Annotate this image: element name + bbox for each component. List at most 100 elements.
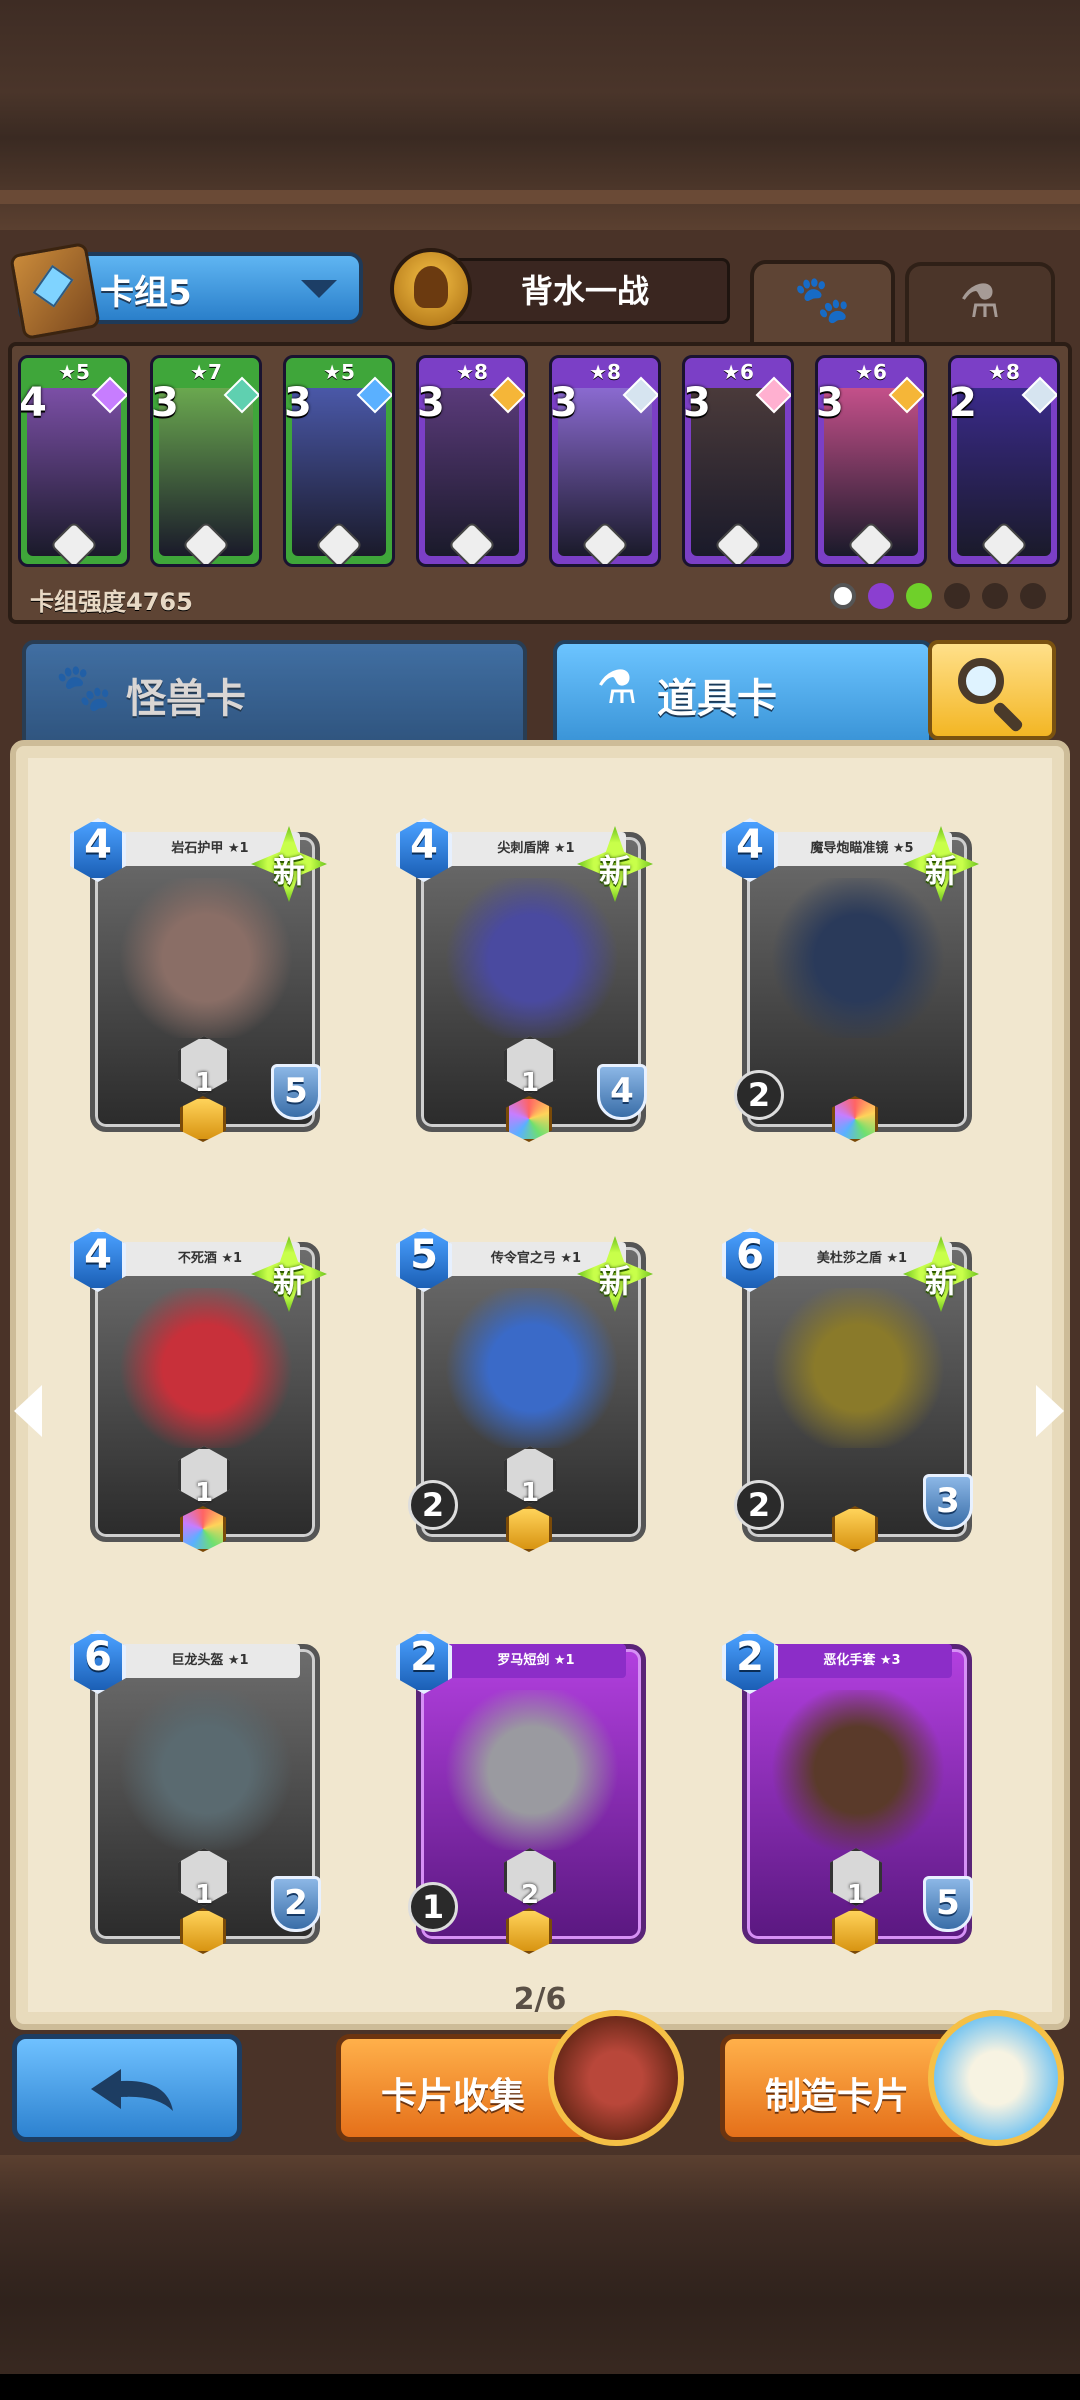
hero-name: 背水一战	[520, 272, 649, 310]
ability-value: 1	[520, 1478, 540, 1508]
card-art	[764, 1690, 952, 1850]
ability-value: 2	[520, 1880, 540, 1910]
card-art	[764, 1288, 952, 1448]
deck-card-cost: 3	[284, 380, 312, 426]
craft-card-icon[interactable]	[928, 2010, 1064, 2146]
tab-monster-cards[interactable]: 🐾 怪兽卡	[22, 640, 527, 740]
item-card[interactable]: 不死酒 ★1 4 新 1	[70, 1228, 327, 1552]
new-badge: 新	[924, 852, 957, 890]
tab-item-deck[interactable]: ⚗	[905, 262, 1055, 342]
deck-book-icon	[9, 241, 101, 341]
search-button[interactable]	[928, 640, 1056, 740]
item-card[interactable]: 恶化手套 ★3 2 1 5	[722, 1630, 977, 1954]
filter-circle-icon[interactable]	[830, 583, 856, 609]
tab-item-cards-label: 道具卡	[657, 676, 777, 722]
card-attack-value: 2	[734, 1070, 784, 1120]
hero-portrait[interactable]	[390, 248, 472, 330]
deck-card-cost: 3	[550, 380, 578, 426]
card-art	[112, 878, 300, 1038]
deck-card-cost: 3	[417, 380, 445, 426]
item-card[interactable]: 魔导炮瞄准镜 ★5 4 新 2	[722, 818, 979, 1142]
card-title: 恶化手套 ★3	[772, 1644, 952, 1678]
item-card[interactable]: 岩石护甲 ★1 4 新 1 5	[70, 818, 327, 1142]
deck-card-cost: 4	[19, 380, 47, 426]
card-art	[438, 878, 626, 1038]
card-cost: 4	[84, 1232, 112, 1278]
deck-card-cost: 3	[683, 380, 711, 426]
card-shield-value: 5	[271, 1064, 321, 1120]
card-cost: 4	[84, 822, 112, 868]
filter-hand-icon[interactable]	[944, 583, 970, 609]
card-shield-value: 5	[923, 1876, 973, 1932]
paw-icon: 🐾	[55, 660, 113, 714]
card-cost: 2	[736, 1634, 764, 1680]
ability-value: 1	[194, 1880, 214, 1910]
card-cost: 4	[736, 822, 764, 868]
tab-monster-cards-label: 怪兽卡	[126, 676, 246, 722]
filter-horse-icon[interactable]	[982, 583, 1008, 609]
deck-card[interactable]: ★8 2	[948, 355, 1060, 567]
back-button[interactable]	[12, 2034, 242, 2142]
new-badge: 新	[272, 852, 305, 890]
filter-green-icon[interactable]	[906, 583, 932, 609]
card-cost: 6	[736, 1232, 764, 1278]
card-title: 罗马短剑 ★1	[446, 1644, 626, 1678]
item-card[interactable]: 尖刺盾牌 ★1 4 新 1 4	[396, 818, 653, 1142]
deck-card[interactable]: ★6 3	[682, 355, 794, 567]
card-art	[112, 1288, 300, 1448]
potion-icon: ⚗	[596, 660, 638, 714]
deck-card[interactable]: ★8 3	[549, 355, 661, 567]
search-icon	[958, 658, 1004, 704]
top-wood-background	[0, 0, 1080, 230]
card-attack-value: 2	[734, 1480, 784, 1530]
ability-value: 1	[194, 1478, 214, 1508]
card-shield-value: 4	[597, 1064, 647, 1120]
card-art	[112, 1690, 300, 1850]
deck-card[interactable]: ★8 3	[416, 355, 528, 567]
page-indicator: 2/6	[513, 1982, 567, 2017]
item-card[interactable]: 罗马短剑 ★1 2 2 1	[396, 1630, 651, 1954]
card-art	[438, 1288, 626, 1448]
card-collection-icon[interactable]	[548, 2010, 684, 2146]
card-shield-value: 2	[271, 1876, 321, 1932]
deck-card-cost: 2	[949, 380, 977, 426]
hero-name-bar[interactable]: 背水一战	[440, 258, 730, 324]
search-icon-handle	[991, 700, 1025, 734]
prev-page-arrow[interactable]	[14, 1385, 42, 1437]
item-card[interactable]: 传令官之弓 ★1 5 新 1 2	[396, 1228, 653, 1552]
card-cost: 4	[410, 822, 438, 868]
item-card[interactable]: 巨龙头盔 ★1 6 1 2	[70, 1630, 325, 1954]
chevron-down-icon	[301, 280, 337, 298]
card-attack-value: 2	[408, 1480, 458, 1530]
card-art	[764, 878, 952, 1038]
card-cost: 5	[410, 1232, 438, 1278]
ability-value: 1	[846, 1880, 866, 1910]
filter-purple-icon[interactable]	[868, 583, 894, 609]
item-card[interactable]: 美杜莎之盾 ★1 6 新 3 2	[722, 1228, 979, 1552]
paw-icon: 🐾	[793, 272, 852, 326]
next-page-arrow[interactable]	[1036, 1385, 1064, 1437]
card-title: 巨龙头盔 ★1	[120, 1644, 300, 1678]
deck-filter-icons	[830, 583, 1060, 613]
deck-card[interactable]: ★6 3	[815, 355, 927, 567]
new-badge: 新	[924, 1262, 957, 1300]
card-shield-value: 3	[923, 1474, 973, 1530]
deck-card[interactable]: ★5 4	[18, 355, 130, 567]
filter-fire-icon[interactable]	[1020, 583, 1046, 609]
card-cost: 2	[410, 1634, 438, 1680]
card-art	[438, 1690, 626, 1850]
deck-selector-dropdown[interactable]: 卡组5	[9, 241, 363, 341]
potion-icon: ⚗	[959, 274, 1001, 328]
deck-power: 卡组强度4765	[30, 588, 193, 616]
new-badge: 新	[598, 1262, 631, 1300]
back-arrow-icon	[91, 2069, 173, 2111]
tab-monster-deck[interactable]: 🐾	[750, 260, 895, 342]
card-cost: 6	[84, 1634, 112, 1680]
tab-item-cards[interactable]: ⚗ 道具卡	[553, 640, 933, 740]
new-badge: 新	[598, 852, 631, 890]
ability-value: 1	[520, 1068, 540, 1098]
deck-card-cost: 3	[816, 380, 844, 426]
deck-card-cost: 3	[151, 380, 179, 426]
deck-card[interactable]: ★7 3	[150, 355, 262, 567]
deck-card[interactable]: ★5 3	[283, 355, 395, 567]
